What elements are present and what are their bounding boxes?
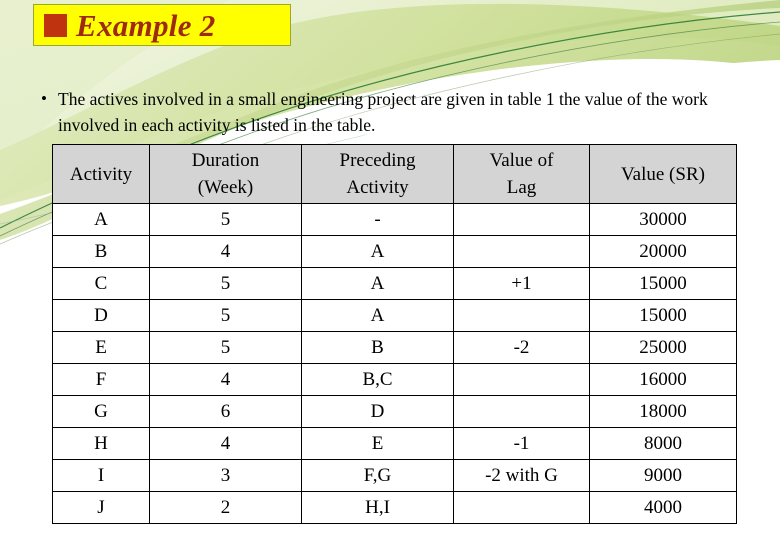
cell-lag: -1 xyxy=(453,427,590,460)
cell-activity: I xyxy=(52,459,150,492)
cell-activity: H xyxy=(52,427,150,460)
table-row: A 5 - 30000 xyxy=(52,203,737,236)
cell-lag: -2 xyxy=(453,331,590,364)
body-paragraph: The actives involved in a small engineer… xyxy=(58,89,708,135)
table-header: Activity Duration (Week) Preceding Activ… xyxy=(52,144,737,204)
column-header-preceding-line1: Preceding xyxy=(339,150,416,171)
column-header-value-sr: Value (SR) xyxy=(589,144,737,204)
column-header-value-of-lag: Value of Lag xyxy=(453,144,590,204)
cell-preceding: A xyxy=(301,267,454,300)
cell-duration: 5 xyxy=(149,267,302,300)
cell-duration: 4 xyxy=(149,363,302,396)
cell-preceding: A xyxy=(301,235,454,268)
table-row: G 6 D 18000 xyxy=(52,395,737,428)
cell-duration: 4 xyxy=(149,235,302,268)
cell-duration: 6 xyxy=(149,395,302,428)
column-header-value-line1: Value (SR) xyxy=(621,163,705,185)
cell-duration: 5 xyxy=(149,203,302,236)
cell-value: 4000 xyxy=(589,491,737,524)
cell-value: 9000 xyxy=(589,459,737,492)
cell-preceding: B,C xyxy=(301,363,454,396)
cell-value: 30000 xyxy=(589,203,737,236)
cell-preceding: A xyxy=(301,299,454,332)
column-header-duration-line2: (Week) xyxy=(197,177,254,198)
cell-value: 25000 xyxy=(589,331,737,364)
column-header-preceding-activity: Preceding Activity xyxy=(301,144,454,204)
table-row: C 5 A +1 15000 xyxy=(52,267,737,300)
cell-lag xyxy=(453,299,590,332)
activities-table: Activity Duration (Week) Preceding Activ… xyxy=(52,144,737,524)
body-bullet-item: • The actives involved in a small engine… xyxy=(30,86,752,138)
column-header-lag-line2: Lag xyxy=(506,177,537,198)
cell-duration: 5 xyxy=(149,331,302,364)
table-row: B 4 A 20000 xyxy=(52,235,737,268)
cell-preceding: F,G xyxy=(301,459,454,492)
cell-activity: E xyxy=(52,331,150,364)
table-header-row: Activity Duration (Week) Preceding Activ… xyxy=(52,144,737,204)
cell-lag xyxy=(453,491,590,524)
cell-preceding: - xyxy=(301,203,454,236)
cell-value: 15000 xyxy=(589,299,737,332)
table-body: A 5 - 30000 B 4 A 20000 C 5 A +1 15000 D… xyxy=(52,203,737,524)
cell-value: 18000 xyxy=(589,395,737,428)
cell-activity: F xyxy=(52,363,150,396)
cell-lag: +1 xyxy=(453,267,590,300)
cell-duration: 5 xyxy=(149,299,302,332)
cell-duration: 3 xyxy=(149,459,302,492)
cell-preceding: B xyxy=(301,331,454,364)
cell-preceding: E xyxy=(301,427,454,460)
table-row: I 3 F,G -2 with G 9000 xyxy=(52,459,737,492)
red-square-bullet-icon xyxy=(44,13,67,37)
cell-value: 8000 xyxy=(589,427,737,460)
column-header-activity: Activity xyxy=(52,144,150,204)
cell-duration: 2 xyxy=(149,491,302,524)
slide-title-box: Example 2 xyxy=(33,4,291,46)
column-header-preceding-line2: Activity xyxy=(346,177,409,198)
column-header-duration-line1: Duration xyxy=(191,150,260,171)
table-row: J 2 H,I 4000 xyxy=(52,491,737,524)
table-row: H 4 E -1 8000 xyxy=(52,427,737,460)
cell-activity: A xyxy=(52,203,150,236)
cell-lag xyxy=(453,363,590,396)
cell-activity: C xyxy=(52,267,150,300)
cell-activity: J xyxy=(52,491,150,524)
table-row: D 5 A 15000 xyxy=(52,299,737,332)
cell-value: 20000 xyxy=(589,235,737,268)
column-header-activity-line1: Activity xyxy=(69,163,133,185)
cell-lag xyxy=(453,235,590,268)
cell-activity: G xyxy=(52,395,150,428)
bullet-point-icon: • xyxy=(41,89,47,108)
cell-value: 15000 xyxy=(589,267,737,300)
activities-table-container: Activity Duration (Week) Preceding Activ… xyxy=(52,144,737,524)
page-title: Example 2 xyxy=(76,7,216,43)
column-header-lag-line1: Value of xyxy=(489,150,554,171)
table-row: E 5 B -2 25000 xyxy=(52,331,737,364)
cell-activity: B xyxy=(52,235,150,268)
cell-lag: -2 with G xyxy=(453,459,590,492)
cell-preceding: D xyxy=(301,395,454,428)
cell-lag xyxy=(453,395,590,428)
cell-activity: D xyxy=(52,299,150,332)
cell-lag xyxy=(453,203,590,236)
cell-value: 16000 xyxy=(589,363,737,396)
column-header-duration: Duration (Week) xyxy=(149,144,302,204)
table-row: F 4 B,C 16000 xyxy=(52,363,737,396)
cell-preceding: H,I xyxy=(301,491,454,524)
cell-duration: 4 xyxy=(149,427,302,460)
